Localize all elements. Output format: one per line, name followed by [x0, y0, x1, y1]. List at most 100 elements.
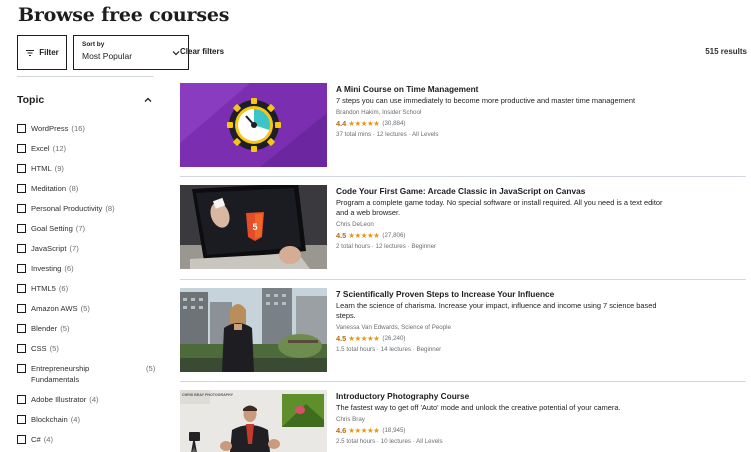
topic-option-personal-productivity[interactable]: Personal Productivity (8) — [17, 204, 115, 213]
course-info: A Mini Course on Time Management 7 steps… — [336, 84, 676, 139]
course-thumbnail[interactable] — [180, 288, 327, 372]
checkbox[interactable] — [17, 124, 26, 133]
course-card[interactable]: CHRIS BRAY PHOTOGRAPHY Introductory Phot… — [180, 390, 746, 452]
course-card[interactable]: 7 Scientifically Proven Steps to Increas… — [180, 288, 746, 372]
laptop-html5-image: 5 — [180, 185, 327, 269]
topic-label: Investing — [31, 264, 62, 273]
checkbox[interactable] — [17, 164, 26, 173]
topic-option-html5[interactable]: HTML5 (6) — [17, 284, 68, 293]
course-title[interactable]: Introductory Photography Course — [336, 391, 676, 402]
topic-option-meditation[interactable]: Meditation (8) — [17, 184, 78, 193]
course-rating: 4.5 ★★★★★ (27,806) — [336, 230, 676, 240]
checkbox[interactable] — [17, 364, 26, 373]
checkbox[interactable] — [17, 344, 26, 353]
topic-count: (9) — [54, 164, 64, 173]
topic-label: Entrepreneurship Fundamentals — [31, 364, 90, 384]
topic-accordion-header[interactable]: Topic — [17, 76, 154, 113]
course-description: The fastest way to get off 'Auto' mode a… — [336, 403, 621, 412]
topic-option-amazon-aws[interactable]: Amazon AWS (5) — [17, 304, 90, 313]
rating-value: 4.5 — [336, 333, 347, 343]
course-title[interactable]: 7 Scientifically Proven Steps to Increas… — [336, 289, 676, 300]
topic-count: (8) — [105, 204, 115, 213]
topic-label: Goal Setting — [31, 224, 73, 233]
course-meta: 37 total mins · 12 lectures · All Levels — [336, 131, 439, 138]
course-thumbnail[interactable]: CHRIS BRAY PHOTOGRAPHY — [180, 390, 327, 452]
topic-count: (12) — [52, 144, 67, 153]
svg-text:5: 5 — [252, 222, 257, 232]
checkbox[interactable] — [17, 435, 26, 444]
sort-select[interactable]: Sort by Most Popular — [73, 35, 189, 70]
topic-option-javascript[interactable]: JavaScript (7) — [17, 244, 79, 253]
checkbox[interactable] — [17, 204, 26, 213]
topic-label: CSS — [31, 344, 47, 353]
course-thumbnail[interactable]: 5 — [180, 185, 327, 269]
divider — [180, 381, 746, 382]
rating-value: 4.6 — [336, 425, 347, 435]
course-description: 7 steps you can use immediately to becom… — [336, 96, 636, 105]
course-card[interactable]: 5 Code Your First Game: Arcade Classic i… — [180, 185, 746, 269]
topic-count: (5) — [80, 304, 90, 313]
checkbox[interactable] — [17, 184, 26, 193]
rating-value: 4.5 — [336, 230, 347, 240]
topic-option-goal-setting[interactable]: Goal Setting (7) — [17, 224, 85, 233]
course-author: Vanessa Van Edwards, Science of People — [336, 324, 451, 331]
topic-option-html[interactable]: HTML (9) — [17, 164, 64, 173]
topic-label: JavaScript — [31, 244, 67, 253]
rating-value: 4.4 — [336, 118, 347, 128]
topic-option-css[interactable]: CSS (5) — [17, 344, 59, 353]
course-rating: 4.6 ★★★★★ (18,945) — [336, 425, 676, 435]
course-info: Code Your First Game: Arcade Classic in … — [336, 186, 676, 251]
checkbox[interactable] — [17, 224, 26, 233]
checkbox[interactable] — [17, 264, 26, 273]
topic-option-entrepreneurship-fundamentals[interactable]: Entrepreneurship Fundamentals (5) — [17, 364, 155, 385]
topic-option-investing[interactable]: Investing (6) — [17, 264, 74, 273]
topic-option-adobe-illustrator[interactable]: Adobe Illustrator (4) — [17, 395, 99, 404]
topic-option-excel[interactable]: Excel (12) — [17, 144, 66, 153]
course-author: Chris DeLeon — [336, 221, 374, 228]
topic-option-blender[interactable]: Blender (5) — [17, 324, 69, 333]
page-title: Browse free courses — [18, 4, 230, 26]
topic-option-csharp[interactable]: C# (4) — [17, 435, 53, 444]
filter-icon — [26, 49, 35, 56]
checkbox[interactable] — [17, 304, 26, 313]
topic-count: (4) — [43, 435, 53, 444]
course-rating: 4.4 ★★★★★ (30,884) — [336, 118, 676, 128]
course-card[interactable]: A Mini Course on Time Management 7 steps… — [180, 83, 746, 167]
topic-label: Blender — [31, 324, 58, 333]
clear-filters-button[interactable]: Clear filters — [180, 47, 224, 56]
topic-count: (5) — [60, 324, 70, 333]
star-rating-icon: ★★★★★ — [348, 118, 380, 128]
divider — [180, 279, 746, 280]
topic-option-blockchain[interactable]: Blockchain (4) — [17, 415, 80, 424]
topic-count: (5) — [146, 364, 156, 373]
course-meta: 2.5 total hours · 10 lectures · All Leve… — [336, 438, 443, 445]
checkbox[interactable] — [17, 324, 26, 333]
review-count: (27,806) — [382, 231, 406, 239]
topic-option-wordpress[interactable]: WordPress (16) — [17, 124, 85, 133]
course-thumbnail[interactable] — [180, 83, 327, 167]
course-info: Introductory Photography Course The fast… — [336, 391, 676, 446]
star-rating-icon: ★★★★★ — [348, 333, 380, 343]
result-count: 515 results — [705, 47, 747, 56]
filter-button[interactable]: Filter — [17, 35, 67, 70]
course-meta: 2 total hours · 12 lectures · Beginner — [336, 243, 437, 250]
topic-label: HTML5 — [31, 284, 56, 293]
course-title[interactable]: A Mini Course on Time Management — [336, 84, 676, 95]
topic-label: C# — [31, 435, 41, 444]
checkbox[interactable] — [17, 144, 26, 153]
checkbox[interactable] — [17, 395, 26, 404]
course-author: Chris Bray — [336, 416, 365, 423]
chevron-up-icon — [144, 97, 152, 102]
filter-button-label: Filter — [39, 48, 59, 57]
course-title[interactable]: Code Your First Game: Arcade Classic in … — [336, 186, 676, 197]
review-count: (30,884) — [382, 119, 406, 127]
topic-label: Meditation — [31, 184, 67, 193]
star-rating-icon: ★★★★★ — [348, 425, 380, 435]
woman-on-balcony-image — [180, 288, 327, 372]
topic-count: (4) — [89, 395, 99, 404]
topic-label: Amazon AWS — [31, 304, 78, 313]
checkbox[interactable] — [17, 415, 26, 424]
checkbox[interactable] — [17, 244, 26, 253]
checkbox[interactable] — [17, 284, 26, 293]
review-count: (18,945) — [382, 426, 406, 434]
